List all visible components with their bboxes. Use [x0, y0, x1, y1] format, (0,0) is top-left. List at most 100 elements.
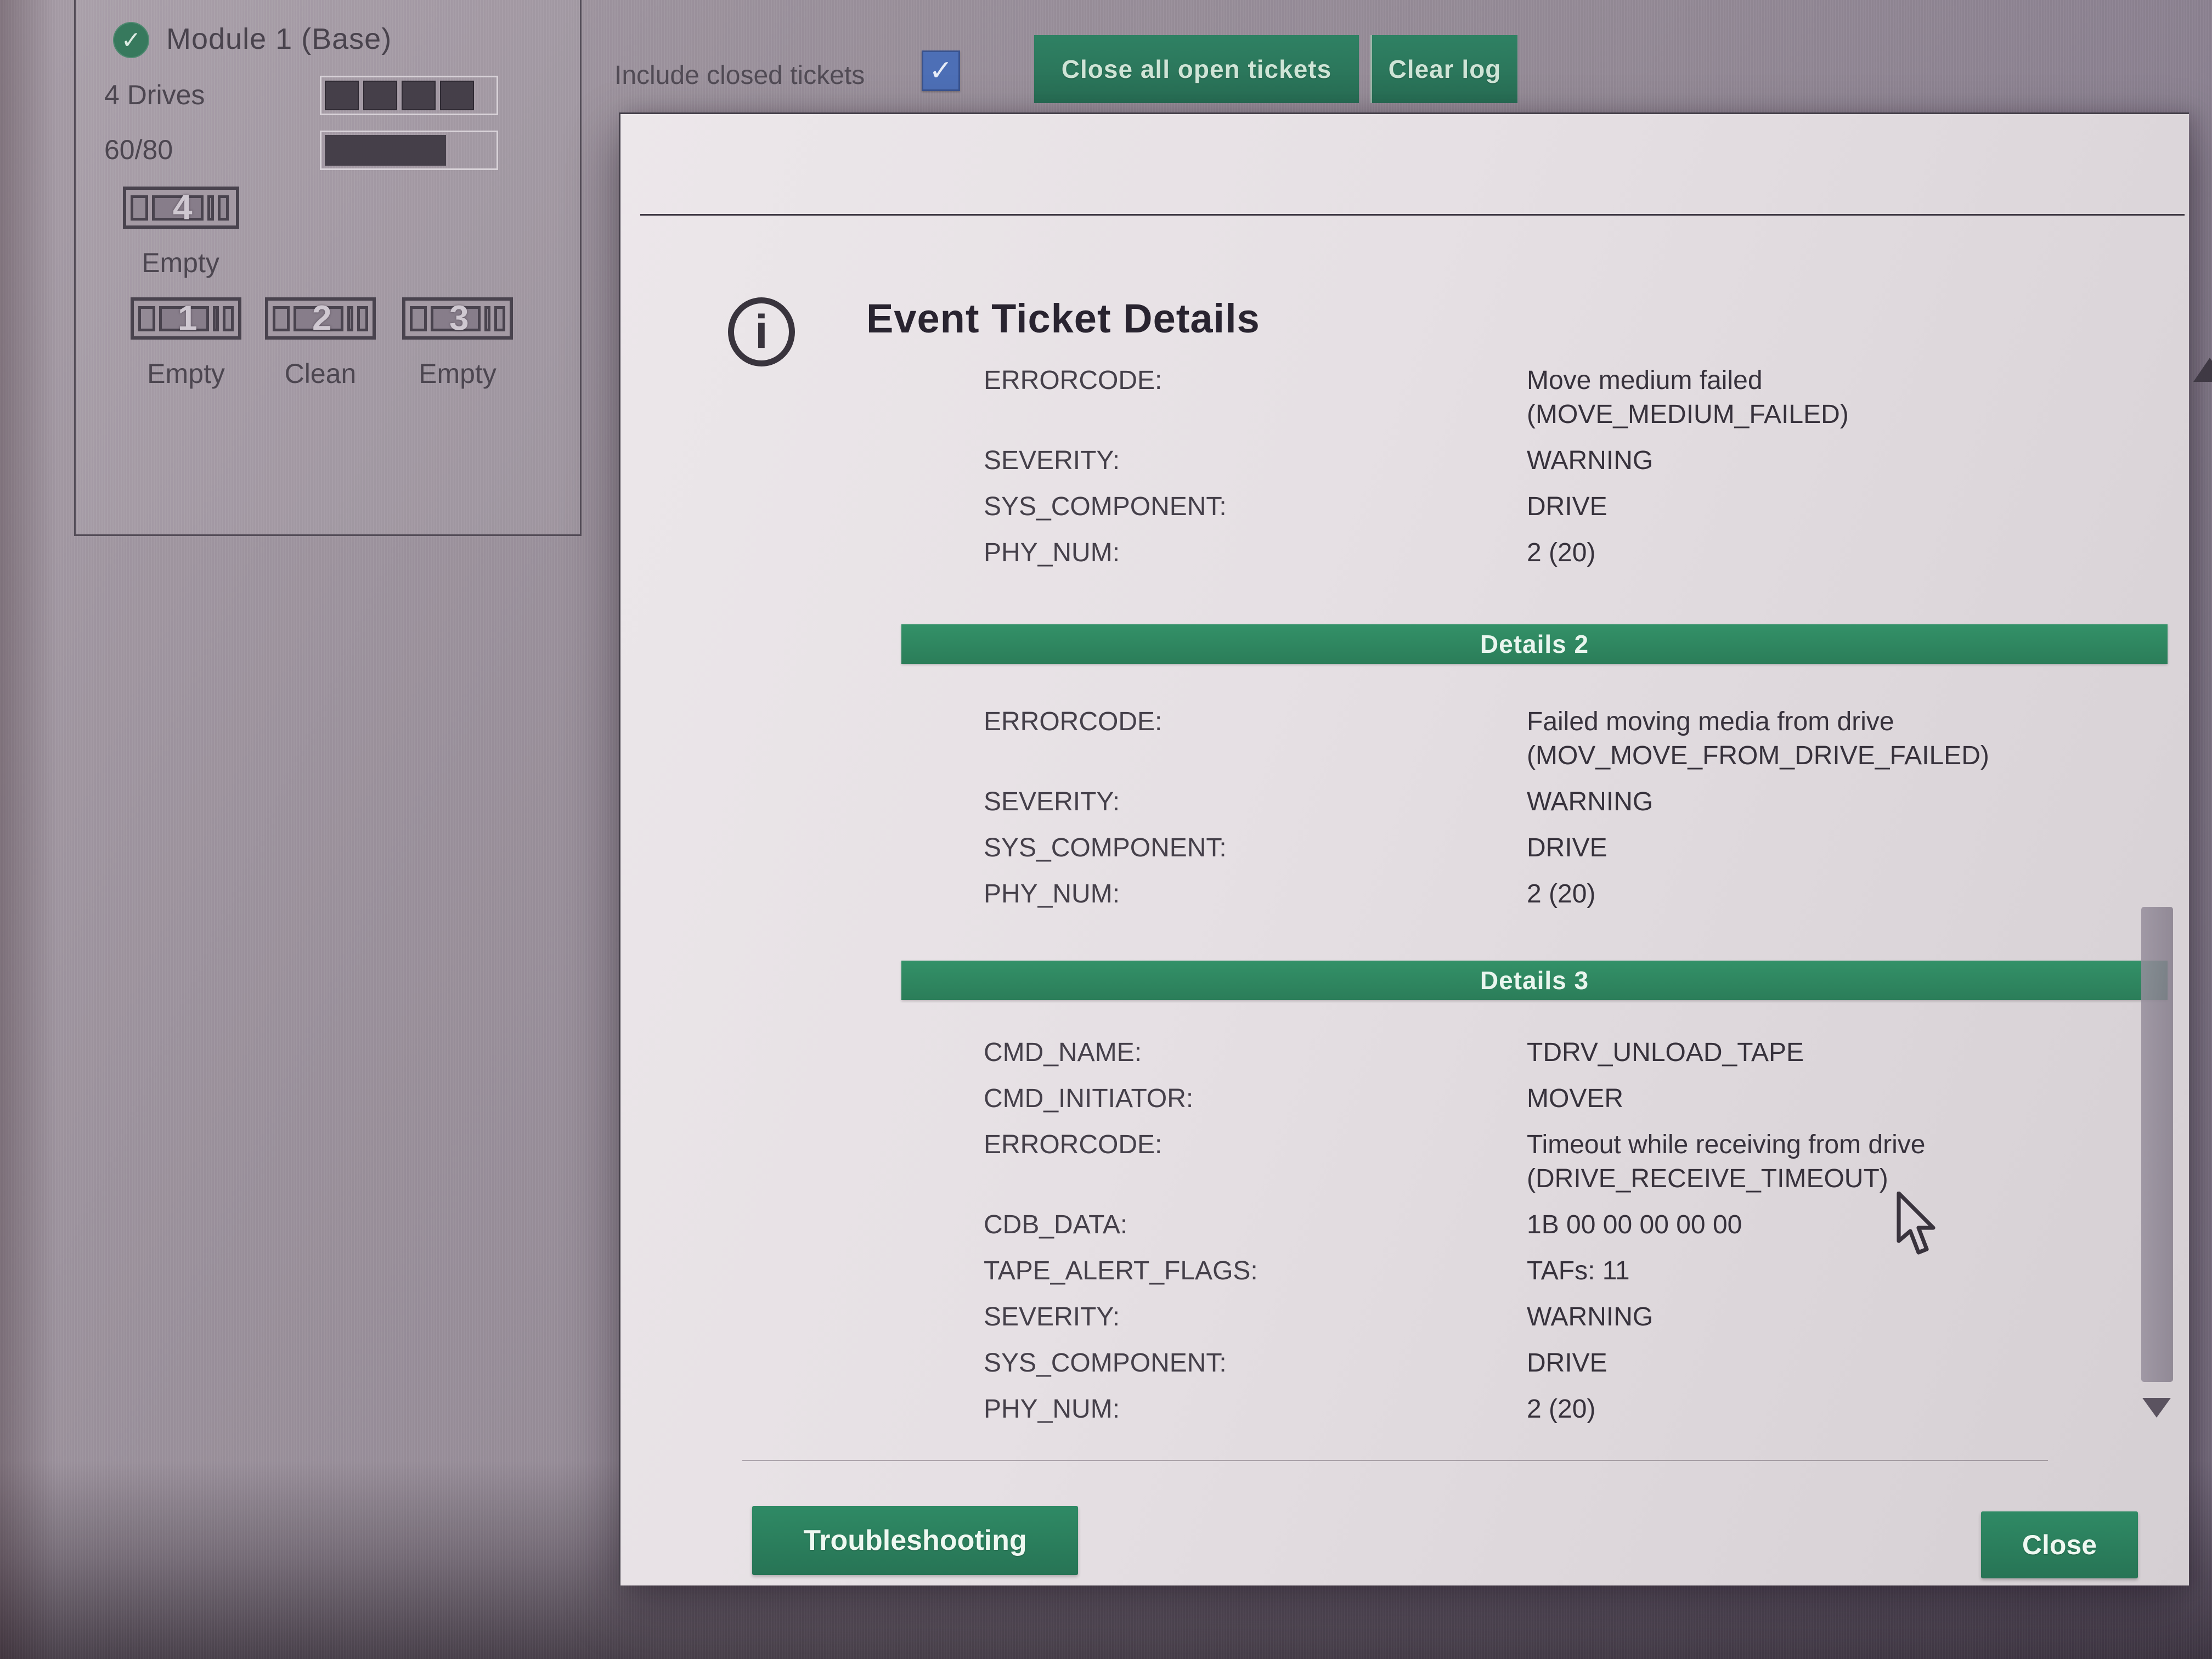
section-rows: ERRORCODE: Move medium failed (MOVE_MEDI…	[901, 364, 2168, 570]
field-value: 2 (20)	[1527, 877, 2168, 911]
drive-cell	[484, 306, 491, 331]
field-value: WARNING	[1527, 444, 2168, 478]
drive-slot-2-icon[interactable]: 2	[265, 297, 376, 340]
section-banner: Details 3	[901, 961, 2168, 1000]
field-value: DRIVE	[1527, 1346, 2168, 1380]
clear-log-button[interactable]: Clear log	[1370, 35, 1517, 103]
section-rows: ERRORCODE: Failed moving media from driv…	[901, 705, 2168, 911]
field-label: SEVERITY:	[984, 444, 1527, 478]
field-row: ERRORCODE: Timeout while receiving from …	[901, 1128, 2168, 1196]
field-row: CMD_NAME: TDRV_UNLOAD_TAPE	[901, 1036, 2168, 1070]
field-label: CMD_NAME:	[984, 1036, 1527, 1070]
field-row: SYS_COMPONENT: DRIVE	[901, 831, 2168, 865]
drive-cell	[207, 195, 214, 221]
field-row: PHY_NUM: 2 (20)	[901, 536, 2168, 570]
module-panel: ✓ Module 1 (Base) 4 Drives 60/80 4 Empty	[74, 0, 582, 536]
field-label: CDB_DATA:	[984, 1208, 1527, 1242]
field-value: 2 (20)	[1527, 536, 2168, 570]
drive-cell	[213, 306, 219, 331]
drive-cell	[347, 306, 354, 331]
field-value: DRIVE	[1527, 490, 2168, 524]
close-button[interactable]: Close	[1981, 1511, 2138, 1578]
scroll-down-icon[interactable]	[2142, 1398, 2171, 1418]
field-value: TDRV_UNLOAD_TAPE	[1527, 1036, 2168, 1070]
drive-slot-number: 4	[173, 187, 193, 227]
field-value: MOVER	[1527, 1082, 2168, 1116]
drive-block	[402, 81, 436, 110]
field-row: CMD_INITIATOR: MOVER	[901, 1082, 2168, 1116]
section-banner: Details 2	[901, 624, 2168, 664]
drive-slot-4-icon[interactable]: 4	[123, 187, 239, 229]
slot-capacity-fill	[325, 135, 446, 166]
field-label: ERRORCODE:	[984, 705, 1527, 773]
field-row: PHY_NUM: 2 (20)	[901, 1392, 2168, 1426]
field-value: DRIVE	[1527, 831, 2168, 865]
field-label: PHY_NUM:	[984, 536, 1527, 570]
drive-cell	[223, 306, 234, 331]
dialog-title: Event Ticket Details	[866, 295, 1260, 342]
drive-slot-number: 1	[178, 297, 198, 338]
include-closed-tickets-checkbox[interactable]: ✓	[922, 50, 960, 91]
field-value: WARNING	[1527, 1300, 2168, 1334]
dialog-section: ERRORCODE: Move medium failed (MOVE_MEDI…	[901, 364, 2168, 582]
field-value: WARNING	[1527, 785, 2168, 819]
scrollbar-thumb[interactable]	[2141, 907, 2173, 1382]
drive-slot-status: Empty	[400, 358, 515, 390]
dialog-section: Details 3 CMD_NAME: TDRV_UNLOAD_TAPE CMD…	[901, 961, 2168, 1438]
drive-cell	[357, 306, 368, 331]
field-label: PHY_NUM:	[984, 1392, 1527, 1426]
drive-slot-number: 3	[449, 297, 469, 338]
dialog-header-divider	[640, 214, 2185, 216]
drive-block	[363, 81, 397, 110]
drive-slot-number: 2	[312, 297, 332, 338]
drive-slot-status: Empty	[128, 358, 244, 390]
drive-block	[325, 81, 359, 110]
event-ticket-details-dialog: i Event Ticket Details ERRORCODE: Move m…	[619, 112, 2189, 1585]
drive-block	[440, 81, 474, 110]
scroll-up-icon[interactable]	[2193, 358, 2212, 382]
field-value: Move medium failed (MOVE_MEDIUM_FAILED)	[1527, 364, 2168, 432]
field-label: SEVERITY:	[984, 1300, 1527, 1334]
drive-slot-1-icon[interactable]: 1	[131, 297, 241, 340]
drive-cell	[273, 306, 290, 331]
field-value: 2 (20)	[1527, 1392, 2168, 1426]
field-row: TAPE_ALERT_FLAGS: TAFs: 11	[901, 1254, 2168, 1288]
module-status-ok-icon: ✓	[113, 22, 149, 58]
field-label: TAPE_ALERT_FLAGS:	[984, 1254, 1527, 1288]
drive-cell	[131, 195, 148, 221]
field-label: ERRORCODE:	[984, 1128, 1527, 1196]
field-row: SYS_COMPONENT: DRIVE	[901, 490, 2168, 524]
dialog-footer-divider	[742, 1460, 2048, 1461]
slot-capacity-label: 60/80	[104, 134, 173, 166]
info-icon: i	[728, 297, 795, 366]
field-row: SEVERITY: WARNING	[901, 785, 2168, 819]
drive-cell	[138, 306, 155, 331]
drives-count-label: 4 Drives	[104, 79, 205, 111]
field-label: CMD_INITIATOR:	[984, 1082, 1527, 1116]
field-label: PHY_NUM:	[984, 877, 1527, 911]
field-value: Timeout while receiving from drive (DRIV…	[1527, 1128, 2168, 1196]
screen: ✓ Module 1 (Base) 4 Drives 60/80 4 Empty	[0, 0, 2212, 1659]
dialog-section: Details 2 ERRORCODE: Failed moving media…	[901, 624, 2168, 923]
field-row: PHY_NUM: 2 (20)	[901, 877, 2168, 911]
field-row: SEVERITY: WARNING	[901, 1300, 2168, 1334]
drive-cell	[410, 306, 427, 331]
field-row: CDB_DATA: 1B 00 00 00 00 00	[901, 1208, 2168, 1242]
drive-slot-3-icon[interactable]: 3	[402, 297, 513, 340]
field-label: ERRORCODE:	[984, 364, 1527, 432]
field-label: SYS_COMPONENT:	[984, 490, 1527, 524]
field-value: Failed moving media from drive (MOV_MOVE…	[1527, 705, 2168, 773]
field-row: SYS_COMPONENT: DRIVE	[901, 1346, 2168, 1380]
field-label: SYS_COMPONENT:	[984, 1346, 1527, 1380]
field-row: ERRORCODE: Failed moving media from driv…	[901, 705, 2168, 773]
module-title: Module 1 (Base)	[166, 22, 392, 56]
troubleshooting-button[interactable]: Troubleshooting	[752, 1506, 1078, 1575]
field-row: SEVERITY: WARNING	[901, 444, 2168, 478]
drive-slot-status: Empty	[123, 247, 238, 279]
close-all-open-tickets-button[interactable]: Close all open tickets	[1034, 35, 1359, 103]
drives-capacity-widget	[320, 76, 498, 115]
drive-cell	[494, 306, 505, 331]
field-label: SYS_COMPONENT:	[984, 831, 1527, 865]
drive-cell	[218, 195, 229, 221]
drive-slot-status: Clean	[263, 358, 378, 390]
